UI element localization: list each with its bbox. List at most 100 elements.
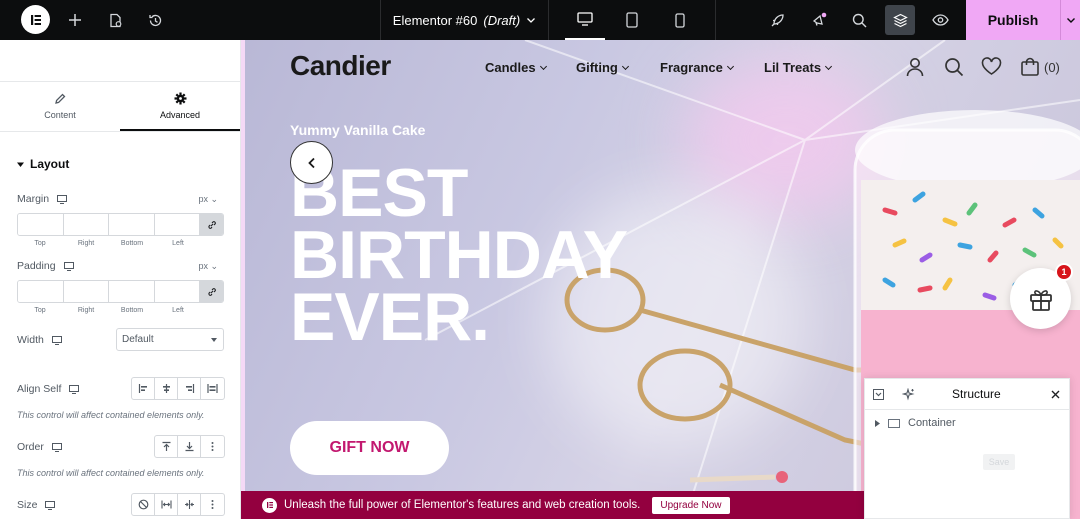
nav-label: Gifting: [576, 60, 618, 75]
margin-link-button[interactable]: [200, 214, 223, 235]
desktop-icon[interactable]: [45, 500, 56, 510]
margin-bottom-input[interactable]: [109, 214, 155, 235]
desktop-icon[interactable]: [51, 335, 62, 345]
history-button[interactable]: [144, 0, 166, 40]
elementor-logo[interactable]: [21, 5, 50, 34]
desktop-icon[interactable]: [69, 384, 80, 394]
margin-top-input[interactable]: [18, 214, 64, 235]
heart-icon[interactable]: [981, 57, 1002, 76]
margin-right-input[interactable]: [63, 214, 109, 235]
plus-icon: [69, 14, 81, 26]
more-vertical-icon: [211, 500, 214, 509]
gift-now-button[interactable]: GIFT NOW: [290, 421, 449, 475]
layout-section-toggle[interactable]: Layout: [17, 157, 69, 171]
nav-item-lil-treats[interactable]: Lil Treats: [764, 60, 833, 75]
structure-panel: Structure Container Save: [864, 378, 1070, 519]
desktop-icon[interactable]: [57, 194, 68, 204]
padding-top-input[interactable]: [18, 281, 64, 302]
padding-dimension-labels: Top Right Bottom Left: [17, 307, 201, 314]
padding-left-input[interactable]: [154, 281, 200, 302]
margin-left-input[interactable]: [154, 214, 200, 235]
account-icon[interactable]: [906, 57, 924, 77]
promo-bar: Unleash the full power of Elementor's fe…: [241, 491, 864, 519]
search-button[interactable]: [848, 0, 870, 40]
chevron-down-icon: [621, 62, 629, 70]
shrink-icon: [184, 500, 194, 509]
promo-text: Unleash the full power of Elementor's fe…: [284, 499, 641, 511]
align-center-button[interactable]: [155, 378, 178, 399]
order-label: Order: [17, 441, 44, 453]
search-icon: [852, 13, 866, 27]
size-buttons: [131, 493, 225, 516]
desktop-icon[interactable]: [63, 261, 74, 271]
order-more-button[interactable]: [201, 436, 224, 457]
margin-unit-select[interactable]: px ⌄: [198, 194, 218, 205]
tablet-view-button[interactable]: [612, 0, 652, 40]
whats-new-button[interactable]: [808, 0, 830, 40]
chevron-down-icon: [527, 18, 536, 23]
site-settings-button[interactable]: [766, 0, 788, 40]
align-self-control-label: Align Self: [17, 383, 80, 395]
desktop-view-button[interactable]: [565, 0, 605, 40]
padding-link-button[interactable]: [200, 281, 223, 302]
ai-sparkle-icon[interactable]: [902, 388, 915, 401]
dock-icon[interactable]: [873, 389, 884, 400]
caret-right-icon[interactable]: [875, 419, 880, 427]
size-more-button[interactable]: [201, 494, 224, 515]
editor-panel: Content Advanced Layout Margin px ⌄ Top …: [0, 40, 241, 519]
margin-inputs: [17, 213, 224, 236]
order-buttons: [154, 435, 225, 458]
site-logo[interactable]: Candier: [290, 50, 391, 82]
container-icon: [888, 418, 900, 428]
align-stretch-icon: [207, 384, 218, 393]
margin-dimension-labels: Top Right Bottom Left: [17, 240, 201, 247]
nav-item-fragrance[interactable]: Fragrance: [660, 60, 734, 75]
width-label: Width: [17, 334, 44, 346]
align-start-button[interactable]: [132, 378, 155, 399]
page-settings-button[interactable]: [104, 0, 126, 40]
align-end-button[interactable]: [178, 378, 201, 399]
slider-prev-button[interactable]: [290, 141, 333, 184]
align-stretch-button[interactable]: [201, 378, 224, 399]
structure-button[interactable]: [885, 5, 915, 35]
document-title-dropdown[interactable]: Elementor #60 (Draft): [380, 0, 549, 40]
desktop-icon[interactable]: [51, 442, 62, 452]
size-none-button[interactable]: [132, 494, 155, 515]
padding-bottom-input[interactable]: [109, 281, 155, 302]
dim-label-right: Right: [77, 240, 95, 247]
caret-down-icon: [17, 162, 24, 167]
structure-item-label: Container: [908, 417, 956, 429]
cart-count[interactable]: (0): [1044, 60, 1060, 75]
size-shrink-button[interactable]: [178, 494, 201, 515]
width-control-label: Width: [17, 334, 62, 346]
ban-icon: [138, 499, 148, 510]
top-bar: Elementor #60 (Draft) Publish: [0, 0, 1080, 40]
upgrade-now-button[interactable]: Upgrade Now: [652, 496, 730, 514]
notification-badge: 1: [1055, 263, 1073, 281]
cart-icon[interactable]: [1020, 57, 1040, 77]
order-end-button[interactable]: [178, 436, 201, 457]
rocket-icon: [771, 13, 784, 26]
dim-label-top: Top: [34, 307, 46, 314]
nav-item-candles[interactable]: Candles: [485, 60, 547, 75]
document-status: (Draft): [483, 12, 521, 28]
size-label: Size: [17, 499, 38, 511]
search-icon[interactable]: [944, 57, 964, 77]
structure-item-container[interactable]: Container: [875, 417, 956, 429]
padding-unit-select[interactable]: px ⌄: [198, 261, 218, 272]
padding-right-input[interactable]: [63, 281, 109, 302]
add-element-button[interactable]: [64, 0, 86, 40]
mobile-view-button[interactable]: [660, 0, 700, 40]
close-icon[interactable]: [1051, 390, 1060, 399]
publish-options-button[interactable]: [1061, 0, 1080, 40]
publish-button[interactable]: Publish: [966, 0, 1061, 40]
nav-item-gifting[interactable]: Gifting: [576, 60, 629, 75]
nav-label: Candles: [485, 60, 536, 75]
tab-content[interactable]: Content: [0, 82, 120, 131]
grow-icon: [160, 500, 172, 509]
width-select[interactable]: Default: [116, 328, 224, 351]
order-start-button[interactable]: [155, 436, 178, 457]
tab-advanced[interactable]: Advanced: [120, 82, 240, 131]
size-grow-button[interactable]: [155, 494, 178, 515]
preview-button[interactable]: [929, 0, 951, 40]
